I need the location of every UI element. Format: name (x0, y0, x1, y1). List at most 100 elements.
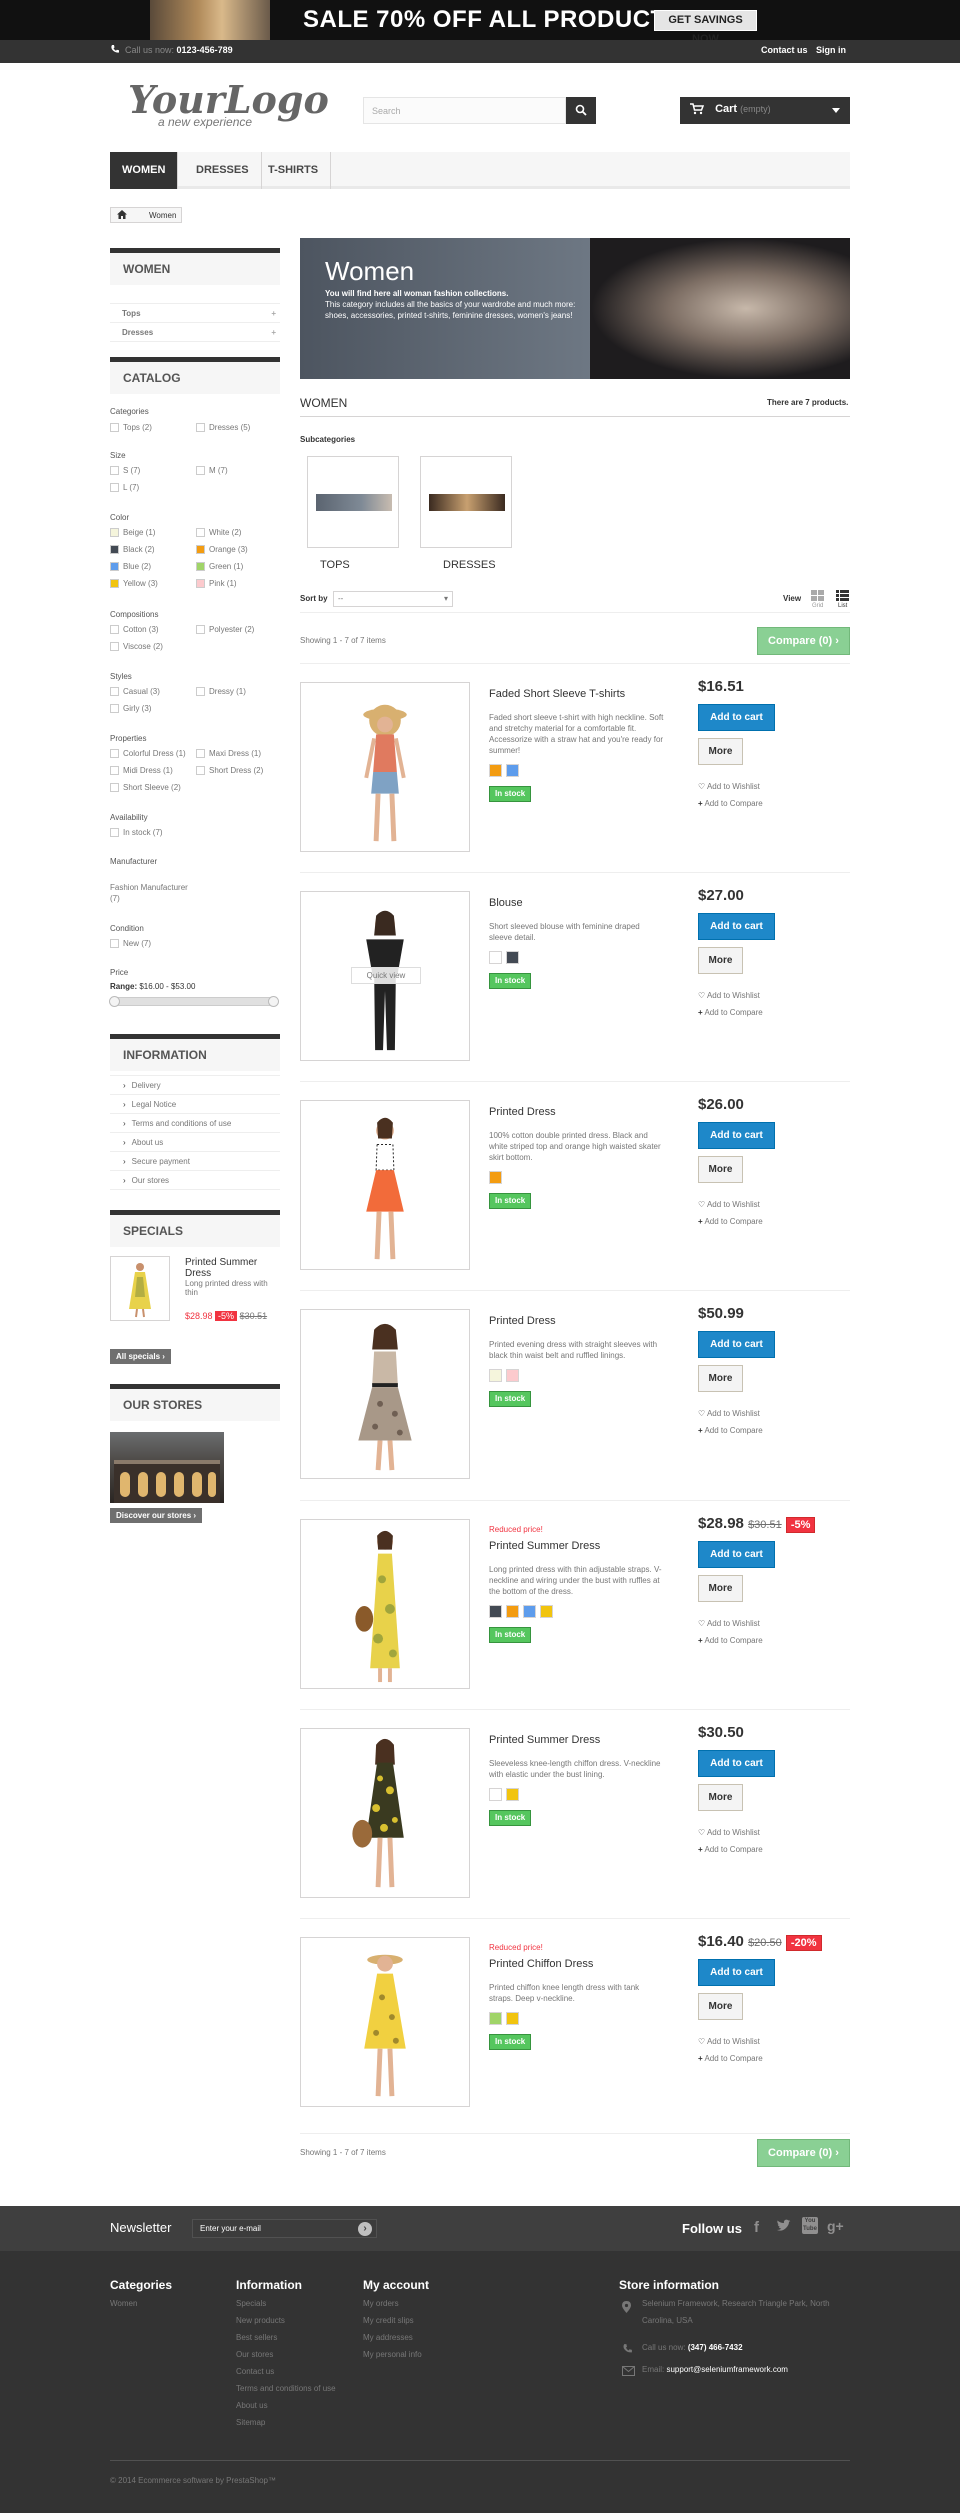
product-color-swatch[interactable] (523, 1605, 536, 1618)
grid-view-button[interactable] (811, 590, 824, 604)
add-to-cart-button[interactable]: Add to cart (698, 704, 775, 731)
filter-colorful-dress[interactable]: Colorful Dress (1) (110, 749, 186, 759)
menu-item-dresses[interactable]: DRESSES (184, 152, 262, 189)
footer-info-link-7[interactable]: Sitemap (236, 2414, 341, 2431)
product-name[interactable]: Printed Summer Dress (489, 1540, 600, 1552)
store-email-link[interactable]: support@seleniumframework.com (666, 2365, 788, 2374)
info-link-4[interactable]: › Secure payment (110, 1152, 280, 1171)
slider-handle-min[interactable] (109, 996, 120, 1007)
promo-banner[interactable]: SALE 70% OFF ALL PRODUCTS GET SAVINGS NO… (0, 0, 960, 40)
copyright[interactable]: © 2014 Ecommerce software by PrestaShop™ (110, 2472, 276, 2489)
subcat-dresses-image[interactable] (420, 456, 512, 548)
product-name[interactable]: Faded Short Sleeve T-shirts (489, 688, 625, 700)
product-color-swatch[interactable] (489, 764, 502, 777)
add-to-cart-button[interactable]: Add to cart (698, 913, 775, 940)
product-color-swatch[interactable] (489, 1171, 502, 1184)
newsletter-submit-button[interactable]: › (358, 2222, 372, 2236)
info-link-3[interactable]: › About us (110, 1133, 280, 1152)
price-slider[interactable] (109, 996, 279, 1007)
info-link-5[interactable]: › Our stores (110, 1171, 280, 1190)
filter-color-white[interactable]: White (2) (196, 528, 241, 538)
product-color-swatch[interactable] (506, 2012, 519, 2025)
product-color-swatch[interactable] (506, 764, 519, 777)
product-name[interactable]: Blouse (489, 897, 523, 909)
subcat-tops-image[interactable] (307, 456, 399, 548)
add-to-compare-link[interactable]: + Add to Compare (698, 1845, 763, 1854)
get-savings-button[interactable]: GET SAVINGS NOW (654, 10, 757, 40)
menu-item-tshirts[interactable]: T-SHIRTS (256, 152, 332, 189)
filter-short-sleeve[interactable]: Short Sleeve (2) (110, 783, 181, 793)
product-image[interactable] (300, 1519, 470, 1689)
filter-new[interactable]: New (7) (110, 939, 151, 949)
filter-casual[interactable]: Casual (3) (110, 687, 160, 697)
product-color-swatch[interactable] (489, 2012, 502, 2025)
add-to-wishlist-link[interactable]: ♡ Add to Wishlist (698, 2037, 760, 2046)
special-product-name[interactable]: Printed Summer Dress (185, 1257, 275, 1279)
add-to-compare-link[interactable]: + Add to Compare (698, 1426, 763, 1435)
add-to-cart-button[interactable]: Add to cart (698, 1331, 775, 1358)
subcat-tops-label[interactable]: TOPS (320, 559, 350, 571)
facebook-icon[interactable]: f (754, 2219, 759, 2236)
product-color-swatch[interactable] (540, 1605, 553, 1618)
store-image[interactable] (110, 1432, 224, 1503)
product-name[interactable]: Printed Dress (489, 1106, 556, 1118)
add-to-compare-link[interactable]: + Add to Compare (698, 799, 763, 808)
product-color-swatch[interactable] (506, 1369, 519, 1382)
add-to-cart-button[interactable]: Add to cart (698, 1959, 775, 1986)
info-link-0[interactable]: › Delivery (110, 1076, 280, 1095)
add-to-compare-link[interactable]: + Add to Compare (698, 1636, 763, 1645)
filter-in-stock[interactable]: In stock (7) (110, 828, 163, 838)
subcat-dresses-label[interactable]: DRESSES (443, 559, 496, 571)
footer-account-link-3[interactable]: My personal info (363, 2346, 422, 2363)
product-image[interactable] (300, 1937, 470, 2107)
filter-color-blue[interactable]: Blue (2) (110, 562, 151, 572)
home-icon[interactable] (117, 210, 127, 221)
product-color-swatch[interactable] (489, 1369, 502, 1382)
footer-info-link-2[interactable]: Best sellers (236, 2329, 341, 2346)
newsletter-email-input[interactable]: Enter your e-mail (192, 2219, 377, 2238)
filter-maxi-dress[interactable]: Maxi Dress (1) (196, 749, 261, 759)
site-logo[interactable]: YourLogo a new experience (128, 77, 329, 132)
sidebar-cat-tops[interactable]: Tops + (110, 304, 280, 323)
footer-account-link-1[interactable]: My credit slips (363, 2312, 422, 2329)
filter-color-beige[interactable]: Beige (1) (110, 528, 155, 538)
add-to-wishlist-link[interactable]: ♡ Add to Wishlist (698, 991, 760, 1000)
add-to-compare-link[interactable]: + Add to Compare (698, 1008, 763, 1017)
more-button[interactable]: More (698, 947, 743, 974)
slider-handle-max[interactable] (268, 996, 279, 1007)
add-to-compare-link[interactable]: + Add to Compare (698, 1217, 763, 1226)
filter-dressy[interactable]: Dressy (1) (196, 687, 246, 697)
filter-midi-dress[interactable]: Midi Dress (1) (110, 766, 173, 776)
filter-size-l[interactable]: L (7) (110, 483, 139, 493)
more-button[interactable]: More (698, 1993, 743, 2020)
filter-short-dress[interactable]: Short Dress (2) (196, 766, 263, 776)
info-link-2[interactable]: › Terms and conditions of use (110, 1114, 280, 1133)
more-button[interactable]: More (698, 738, 743, 765)
footer-link-women[interactable]: Women (110, 2295, 137, 2312)
footer-info-link-3[interactable]: Our stores (236, 2346, 341, 2363)
filter-color-green[interactable]: Green (1) (196, 562, 243, 572)
product-image[interactable]: Quick view (300, 891, 470, 1061)
all-specials-button[interactable]: All specials › (110, 1349, 171, 1364)
product-color-swatch[interactable] (506, 1605, 519, 1618)
list-view-button[interactable] (836, 590, 849, 604)
filter-dresses[interactable]: Dresses (5) (196, 423, 250, 433)
sort-select[interactable]: -- ▾ (333, 591, 453, 607)
add-to-wishlist-link[interactable]: ♡ Add to Wishlist (698, 782, 760, 791)
search-input[interactable]: Search (363, 97, 566, 124)
footer-info-link-5[interactable]: Terms and conditions of use (236, 2383, 341, 2394)
search-button[interactable] (566, 97, 596, 124)
product-color-swatch[interactable] (506, 951, 519, 964)
add-to-wishlist-link[interactable]: ♡ Add to Wishlist (698, 1619, 760, 1628)
contact-us-link[interactable]: Contact us (761, 45, 808, 55)
sidebar-cat-dresses[interactable]: Dresses + (110, 323, 280, 342)
filter-manufacturer[interactable]: Fashion Manufacturer (110, 883, 188, 892)
add-to-cart-button[interactable]: Add to cart (698, 1541, 775, 1568)
filter-polyester[interactable]: Polyester (2) (196, 625, 254, 635)
add-to-cart-button[interactable]: Add to cart (698, 1122, 775, 1149)
add-to-cart-button[interactable]: Add to cart (698, 1750, 775, 1777)
product-color-swatch[interactable] (489, 1788, 502, 1801)
more-button[interactable]: More (698, 1156, 743, 1183)
product-image[interactable] (300, 1100, 470, 1270)
filter-color-yellow[interactable]: Yellow (3) (110, 579, 158, 589)
